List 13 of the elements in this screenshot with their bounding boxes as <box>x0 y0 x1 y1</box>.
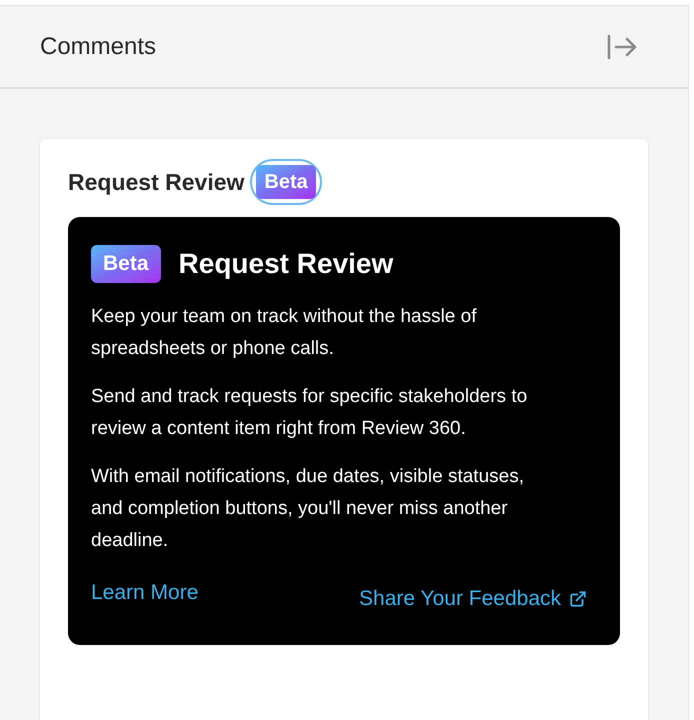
collapse-panel-button[interactable] <box>606 32 638 60</box>
popover-paragraph: Send and track requests for specific stakeholders to review a content item right from Review 360. <box>91 385 528 441</box>
external-link-icon <box>569 590 587 608</box>
popover-title: Request Review <box>178 247 394 281</box>
popover-link[interactable]: Share Your Feedback <box>359 583 587 614</box>
popover-link[interactable]: Learn More <box>91 577 198 608</box>
arrow-to-right-icon <box>606 32 638 60</box>
beta-badge: Beta <box>91 245 161 283</box>
beta-badge[interactable]: Beta <box>250 159 322 205</box>
popover-paragraph: With email notifications, due dates, visible statuses, and completion buttons, you'll never miss another deadline. <box>91 465 525 553</box>
panel-title: Comments <box>40 32 156 62</box>
card-heading: Request Review <box>68 168 244 197</box>
popover-paragraph: Keep your team on track without the hassle of spreadsheets or phone calls. <box>91 305 478 361</box>
